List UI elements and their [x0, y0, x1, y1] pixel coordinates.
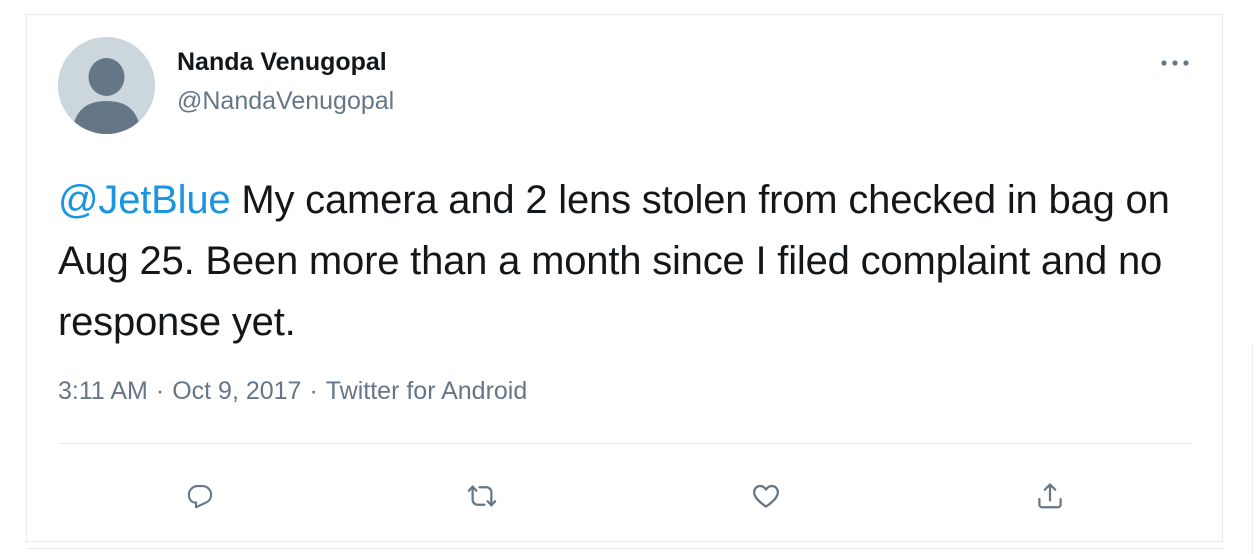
share-icon — [1038, 483, 1062, 509]
right-scroll-edge — [1252, 345, 1253, 554]
default-profile-icon — [58, 37, 155, 134]
tweet-text: @JetBlue My camera and 2 lens stolen fro… — [58, 170, 1208, 353]
avatar[interactable] — [58, 37, 155, 134]
more-options-button[interactable] — [1155, 48, 1195, 78]
author-handle[interactable]: @NandaVenugopal — [177, 87, 394, 116]
more-horizontal-icon — [1161, 60, 1189, 66]
meta-separator: · — [155, 377, 165, 405]
mention-link[interactable]: @JetBlue — [58, 178, 231, 222]
tweet-page: Nanda Venugopal @NandaVenugopal @JetBlue… — [0, 0, 1256, 554]
retweet-icon — [467, 485, 497, 507]
tweet-meta: 3:11 AM · Oct 9, 2017 · Twitter for Android — [58, 377, 527, 406]
tweet-source[interactable]: Twitter for Android — [326, 377, 527, 405]
reply-icon — [187, 485, 213, 509]
actions-divider — [58, 443, 1193, 444]
like-button[interactable] — [744, 474, 788, 518]
meta-separator: · — [309, 377, 318, 405]
share-button[interactable] — [1028, 474, 1072, 518]
tweet-date[interactable]: Oct 9, 2017 — [172, 377, 301, 405]
tweet-time[interactable]: 3:11 AM — [58, 377, 148, 405]
bottom-border — [26, 548, 1224, 549]
like-icon — [753, 484, 779, 508]
author-name[interactable]: Nanda Venugopal — [177, 48, 387, 77]
top-border — [26, 14, 1224, 15]
retweet-button[interactable] — [460, 474, 504, 518]
reply-button[interactable] — [178, 474, 222, 518]
